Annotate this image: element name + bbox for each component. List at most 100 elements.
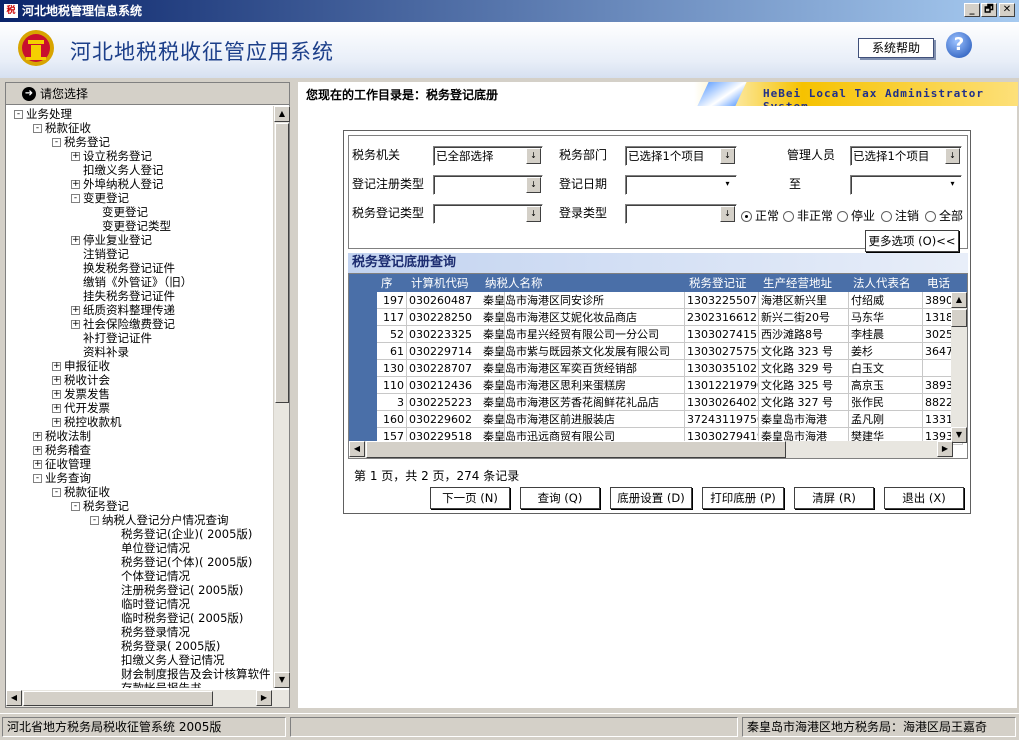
tree-item[interactable]: 个体登记情况: [109, 569, 190, 583]
table-row[interactable]: 197 030260487 秦皇岛市海港区同安诊所 13032255071 海港区新兴里…: [349, 292, 967, 309]
system-help-button[interactable]: 系统帮助: [858, 38, 934, 58]
table-row[interactable]: 52 030223325 秦皇岛市星兴经贸有限公司一分公司 13030274151 西沙…: [349, 326, 967, 343]
tree-item[interactable]: 临时登记情况: [109, 597, 190, 611]
row-selector[interactable]: [349, 377, 377, 394]
dropdown-arrow-icon[interactable]: ↓: [526, 148, 541, 164]
clear-screen-button[interactable]: 清屏 (R): [794, 487, 874, 509]
collapse-icon[interactable]: -: [52, 488, 61, 497]
tree-item[interactable]: - 税款征收: [52, 485, 110, 499]
tree-item[interactable]: 补打登记证件: [71, 331, 152, 345]
tree-item[interactable]: - 业务处理: [14, 107, 72, 121]
reg-type-select[interactable]: ↓: [433, 175, 543, 195]
collapse-icon[interactable]: -: [33, 474, 42, 483]
tree-item[interactable]: + 代开发票: [52, 401, 110, 415]
tree-item[interactable]: 税务登录( 2005版): [109, 639, 220, 653]
expand-icon[interactable]: +: [71, 152, 80, 161]
table-row[interactable]: 130 030228707 秦皇岛市海港区军奕百货经销部 13030351021 文化路…: [349, 360, 967, 377]
row-selector[interactable]: [349, 343, 377, 360]
tree-item[interactable]: 挂失税务登记证件: [71, 289, 175, 303]
tree-item[interactable]: 存款帐号报告书: [109, 681, 202, 688]
minimize-button[interactable]: _: [964, 3, 980, 17]
tree-item[interactable]: + 发票发售: [52, 387, 110, 401]
collapse-icon[interactable]: -: [71, 194, 80, 203]
more-options-button[interactable]: 更多选项 (O)<<: [865, 230, 959, 252]
row-selector[interactable]: [349, 309, 377, 326]
expand-icon[interactable]: +: [52, 376, 61, 385]
expand-icon[interactable]: +: [71, 236, 80, 245]
grid-horizontal-scrollbar[interactable]: ◀ ▶: [349, 441, 953, 458]
table-row[interactable]: 110 030212436 秦皇岛市海港区思利来蛋糕房 13012219790 文化路 …: [349, 377, 967, 394]
tree-item[interactable]: - 税款征收: [33, 121, 91, 135]
tree-item[interactable]: 换发税务登记证件: [71, 261, 175, 275]
tree-item[interactable]: 变更登记: [90, 205, 148, 219]
tree-item[interactable]: 注销登记: [71, 247, 129, 261]
manager-select[interactable]: 已选择1个项目 ↓: [850, 146, 962, 166]
nav-horizontal-scrollbar[interactable]: ◀ ▶: [6, 690, 289, 707]
tree-item[interactable]: 资料补录: [71, 345, 129, 359]
row-selector[interactable]: [349, 360, 377, 377]
expand-icon[interactable]: +: [71, 306, 80, 315]
nav-scroll-thumb[interactable]: [275, 123, 289, 403]
dropdown-arrow-icon[interactable]: ↓: [720, 148, 735, 164]
expand-icon[interactable]: +: [71, 180, 80, 189]
tree-item[interactable]: 注册税务登记( 2005版): [109, 583, 243, 597]
dropdown-arrow-icon[interactable]: ↓: [526, 206, 541, 222]
collapse-icon[interactable]: -: [14, 110, 23, 119]
nav-hscroll-thumb[interactable]: [23, 691, 213, 706]
tree-item[interactable]: + 设立税务登记: [71, 149, 152, 163]
scroll-left-button[interactable]: ◀: [6, 690, 22, 706]
expand-icon[interactable]: +: [33, 460, 42, 469]
column-header[interactable]: 生产经营地址: [763, 274, 849, 292]
tree-item[interactable]: + 停业复业登记: [71, 233, 152, 247]
chevron-down-icon[interactable]: ▾: [945, 177, 960, 193]
row-selector[interactable]: [349, 394, 377, 411]
tree-item[interactable]: + 征收管理: [33, 457, 91, 471]
scroll-down-button[interactable]: ▼: [274, 672, 290, 688]
tree-item[interactable]: 临时税务登记( 2005版): [109, 611, 243, 625]
grid-hscroll-thumb[interactable]: [366, 441, 786, 458]
expand-icon[interactable]: +: [52, 404, 61, 413]
table-row[interactable]: 117 030228250 秦皇岛市海港区艾妮化妆品商店 23023166121 新兴二…: [349, 309, 967, 326]
scroll-up-button[interactable]: ▲: [951, 292, 967, 308]
login-type-select[interactable]: ↓: [625, 204, 737, 224]
column-header[interactable]: 纳税人名称: [485, 274, 685, 292]
question-icon[interactable]: ?: [946, 32, 972, 58]
print-register-button[interactable]: 打印底册 (P): [702, 487, 784, 509]
expand-icon[interactable]: +: [52, 390, 61, 399]
tree-item[interactable]: - 纳税人登记分户情况查询: [90, 513, 229, 527]
reg-date-to-picker[interactable]: ▾: [850, 175, 962, 195]
expand-icon[interactable]: +: [52, 362, 61, 371]
tree-item[interactable]: 税务登记(个体)( 2005版): [109, 555, 252, 569]
tax-org-select[interactable]: 已全部选择 ↓: [433, 146, 543, 166]
radio-suspended[interactable]: 停业: [837, 208, 875, 224]
column-header[interactable]: 法人代表名: [853, 274, 923, 292]
tree-item[interactable]: 扣缴义务人登记情况: [109, 653, 225, 667]
radio-all[interactable]: 全部: [925, 208, 963, 224]
tree-item[interactable]: + 税收计会: [52, 373, 110, 387]
tree-item[interactable]: 缴销《外管证》（旧）: [71, 275, 192, 289]
splitter[interactable]: [290, 82, 298, 708]
expand-icon[interactable]: +: [33, 446, 42, 455]
tree-item[interactable]: + 外埠纳税人登记: [71, 177, 164, 191]
register-settings-button[interactable]: 底册设置 (D): [610, 487, 692, 509]
grid-vertical-scrollbar[interactable]: ▲ ▼: [951, 292, 967, 443]
collapse-icon[interactable]: -: [33, 124, 42, 133]
tree-item[interactable]: + 税收法制: [33, 429, 91, 443]
tree-item[interactable]: - 变更登记: [71, 191, 129, 205]
scroll-left-button[interactable]: ◀: [349, 441, 365, 457]
tree-item[interactable]: 税务登录情况: [109, 625, 190, 639]
tree-item[interactable]: + 申报征收: [52, 359, 110, 373]
table-row[interactable]: 61 030229714 秦皇岛市紫与既园茶文化发展有限公司 13030275750 文…: [349, 343, 967, 360]
tree-item[interactable]: 单位登记情况: [109, 541, 190, 555]
scroll-up-button[interactable]: ▲: [274, 106, 290, 122]
grid-scroll-thumb[interactable]: [951, 309, 967, 327]
next-page-button[interactable]: 下一页 (N): [430, 487, 510, 509]
dropdown-arrow-icon[interactable]: ↓: [720, 206, 735, 222]
expand-icon[interactable]: +: [52, 418, 61, 427]
collapse-icon[interactable]: -: [71, 502, 80, 511]
column-header[interactable]: 税务登记证: [689, 274, 759, 292]
exit-button[interactable]: 退出 (X): [884, 487, 964, 509]
close-button[interactable]: ✕: [999, 3, 1015, 17]
tree-item[interactable]: + 社会保险缴费登记: [71, 317, 175, 331]
row-selector[interactable]: [349, 292, 377, 309]
